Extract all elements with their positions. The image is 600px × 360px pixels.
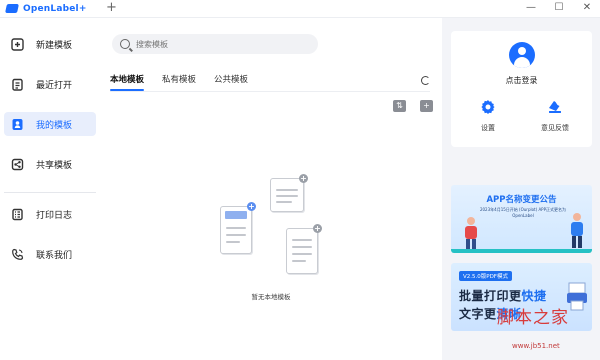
sidebar-item-label: 新建模板 bbox=[36, 40, 73, 51]
version-tag: V2.5.0版PDF模式 bbox=[459, 271, 512, 281]
empty-state-text: 暂无本地模板 bbox=[251, 293, 291, 301]
watermark-url: www.jb51.net bbox=[512, 342, 560, 350]
sidebar-item-contact[interactable]: 联系我们 bbox=[4, 242, 96, 266]
banner-headline-1: 批量打印更快捷 bbox=[459, 289, 547, 303]
sidebar-item-label: 联系我们 bbox=[36, 250, 73, 261]
gear-icon bbox=[480, 99, 496, 115]
title-bar: OpenLabel+ + — ☐ ✕ bbox=[0, 0, 600, 18]
printer-illustration-icon bbox=[567, 282, 587, 311]
sidebar-item-print-log[interactable]: 打印日志 bbox=[4, 202, 96, 226]
watermark: 脚本之家 bbox=[497, 308, 569, 328]
app-logo: OpenLabel+ bbox=[6, 3, 87, 14]
sidebar-item-label: 共享模板 bbox=[36, 160, 73, 171]
feedback-label: 意见反馈 bbox=[541, 124, 569, 132]
sidebar-item-new-template[interactable]: 新建模板 bbox=[4, 32, 96, 56]
tab-local[interactable]: 本地模板 bbox=[110, 73, 145, 91]
plus-icon: + bbox=[299, 174, 308, 183]
person-illustration-icon bbox=[465, 217, 477, 250]
person-illustration-icon bbox=[571, 213, 583, 248]
banner-title: APP名称变更公告 bbox=[486, 195, 557, 205]
document-icon: + bbox=[220, 202, 256, 254]
sidebar-item-label: 我的模板 bbox=[36, 120, 73, 131]
plus-square-icon bbox=[10, 37, 24, 51]
template-tabs: 本地模板 私有模板 公共模板 bbox=[110, 73, 266, 91]
phone-icon bbox=[10, 247, 24, 261]
login-link[interactable]: 点击登录 bbox=[451, 75, 592, 86]
share-icon bbox=[10, 157, 24, 171]
sort-icon[interactable]: ⇅ bbox=[393, 100, 406, 112]
sidebar-item-my-templates[interactable]: 我的模板 bbox=[4, 112, 96, 136]
clipboard-icon bbox=[10, 77, 24, 91]
add-folder-icon[interactable]: + bbox=[420, 100, 433, 112]
banner-subtitle: 2023年4月15日开始 (Ourplot) APP正式更名为OpenLabel bbox=[479, 207, 567, 218]
sidebar-item-recent[interactable]: 最近打开 bbox=[4, 72, 96, 96]
window-controls: — ☐ ✕ bbox=[524, 2, 594, 14]
tab-private[interactable]: 私有模板 bbox=[162, 73, 196, 91]
tab-public[interactable]: 公共模板 bbox=[214, 73, 248, 91]
app-title: OpenLabel+ bbox=[23, 3, 87, 14]
refresh-icon[interactable] bbox=[421, 76, 430, 85]
settings-button[interactable]: 设置 bbox=[468, 99, 508, 133]
rename-announcement-banner[interactable]: APP名称变更公告 2023年4月15日开始 (Ourplot) APP正式更名… bbox=[451, 185, 592, 253]
new-tab-button[interactable]: + bbox=[106, 1, 117, 15]
feedback-icon bbox=[547, 99, 563, 115]
search-box[interactable] bbox=[112, 34, 318, 54]
document-icon: + bbox=[286, 224, 322, 274]
document-icon: + bbox=[270, 174, 308, 212]
close-button[interactable]: ✕ bbox=[580, 2, 594, 14]
sidebar-item-label: 最近打开 bbox=[36, 80, 73, 91]
minimize-button[interactable]: — bbox=[524, 2, 538, 14]
sidebar-item-shared[interactable]: 共享模板 bbox=[4, 152, 96, 176]
user-card: 点击登录 设置 意见反馈 bbox=[451, 31, 592, 147]
template-panel: 本地模板 私有模板 公共模板 ⇅ + + + + 暂无本地模板 bbox=[100, 18, 442, 360]
search-icon bbox=[120, 39, 130, 49]
tab-divider bbox=[110, 91, 430, 92]
feedback-button[interactable]: 意见反馈 bbox=[535, 99, 575, 133]
sidebar-divider bbox=[4, 192, 96, 193]
user-template-icon bbox=[10, 117, 24, 131]
plus-icon: + bbox=[313, 224, 322, 233]
openlabel-logo-icon bbox=[6, 3, 19, 14]
log-icon bbox=[10, 207, 24, 221]
sidebar: 新建模板 最近打开 我的模板 共享模板 打印日志 联系我们 bbox=[0, 18, 100, 360]
maximize-button[interactable]: ☐ bbox=[552, 2, 566, 14]
search-input[interactable] bbox=[136, 39, 306, 49]
banner-stripe bbox=[451, 249, 592, 253]
settings-label: 设置 bbox=[481, 124, 495, 132]
empty-state-illustration: + + + bbox=[218, 174, 328, 296]
plus-icon: + bbox=[247, 202, 256, 211]
sidebar-item-label: 打印日志 bbox=[36, 210, 73, 221]
avatar-icon[interactable] bbox=[509, 42, 535, 68]
